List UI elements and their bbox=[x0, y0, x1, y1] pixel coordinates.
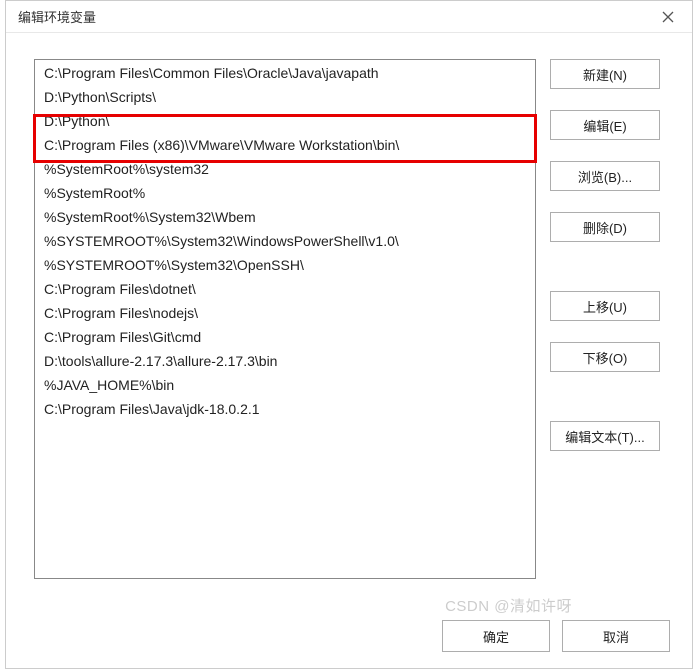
dialog-title: 编辑环境变量 bbox=[18, 7, 96, 26]
list-item[interactable]: %SystemRoot%\system32 bbox=[36, 157, 534, 181]
cancel-button[interactable]: 取消 bbox=[562, 620, 670, 652]
list-item[interactable]: %SYSTEMROOT%\System32\WindowsPowerShell\… bbox=[36, 229, 534, 253]
browse-button[interactable]: 浏览(B)... bbox=[550, 161, 660, 191]
list-item[interactable]: D:\Python\Scripts\ bbox=[36, 85, 534, 109]
list-item[interactable]: C:\Program Files\Git\cmd bbox=[36, 325, 534, 349]
list-item[interactable]: C:\Program Files\nodejs\ bbox=[36, 301, 534, 325]
env-var-dialog: 编辑环境变量 C:\Program Files\Common Files\Ora… bbox=[5, 0, 693, 669]
list-item[interactable]: C:\Program Files (x86)\VMware\VMware Wor… bbox=[36, 133, 534, 157]
list-item[interactable]: %SystemRoot%\System32\Wbem bbox=[36, 205, 534, 229]
new-button[interactable]: 新建(N) bbox=[550, 59, 660, 89]
move-down-button[interactable]: 下移(O) bbox=[550, 342, 660, 372]
list-item[interactable]: C:\Program Files\Common Files\Oracle\Jav… bbox=[36, 61, 534, 85]
watermark-text: CSDN @清如许呀 bbox=[445, 595, 572, 616]
path-listbox[interactable]: C:\Program Files\Common Files\Oracle\Jav… bbox=[34, 59, 536, 579]
close-icon[interactable] bbox=[652, 5, 684, 29]
edit-button[interactable]: 编辑(E) bbox=[550, 110, 660, 140]
ok-button[interactable]: 确定 bbox=[442, 620, 550, 652]
edit-text-button[interactable]: 编辑文本(T)... bbox=[550, 421, 660, 451]
list-item[interactable]: D:\tools\allure-2.17.3\allure-2.17.3\bin bbox=[36, 349, 534, 373]
delete-button[interactable]: 删除(D) bbox=[550, 212, 660, 242]
move-up-button[interactable]: 上移(U) bbox=[550, 291, 660, 321]
list-item[interactable]: C:\Program Files\Java\jdk-18.0.2.1 bbox=[36, 397, 534, 421]
list-item[interactable]: C:\Program Files\dotnet\ bbox=[36, 277, 534, 301]
side-button-panel: 新建(N) 编辑(E) 浏览(B)... 删除(D) 上移(U) 下移(O) 编… bbox=[550, 59, 660, 579]
list-item[interactable]: %SYSTEMROOT%\System32\OpenSSH\ bbox=[36, 253, 534, 277]
list-item[interactable]: %SystemRoot% bbox=[36, 181, 534, 205]
list-item[interactable]: D:\Python\ bbox=[36, 109, 534, 133]
list-item[interactable]: %JAVA_HOME%\bin bbox=[36, 373, 534, 397]
dialog-footer: 确定 取消 bbox=[442, 620, 670, 652]
titlebar: 编辑环境变量 bbox=[6, 1, 692, 33]
